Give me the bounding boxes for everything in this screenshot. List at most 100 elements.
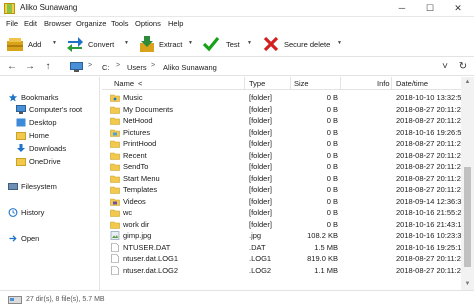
column-size-label: Size [294,79,309,88]
file-date: 2018-10-16 19:25:18 [396,242,461,252]
up-icon[interactable]: ↑ [41,60,55,74]
file-icon [111,254,119,263]
convert-label: Convert [88,40,115,49]
table-row[interactable]: NetHood [folder] 0 B 2018-08-27 20:11:25 [102,115,461,127]
column-info-header[interactable]: Info [341,77,392,90]
breadcrumb-drive[interactable]: C: [102,63,110,72]
table-row[interactable]: PrintHood [folder] 0 B 2018-08-27 20:11:25 [102,138,461,150]
table-row[interactable]: SendTo [folder] 0 B 2018-08-27 20:11:25 [102,161,461,173]
table-row[interactable]: NTUSER.DAT .DAT 1.5 MB 2018-10-16 19:25:18 [102,242,461,254]
secure-delete-dropdown-icon[interactable]: ▼ [337,40,342,46]
scroll-down-arrow-icon[interactable]: ▼ [461,279,474,290]
add-button[interactable]: Add ▼ [6,34,61,54]
breadcrumb-users[interactable]: Users [127,63,147,72]
file-size: 0 B [326,150,338,160]
forward-icon[interactable]: → [23,60,37,74]
history-clock-icon [8,208,18,217]
column-size-header[interactable]: Size [291,77,341,90]
column-date-label: Date/time [396,79,429,88]
file-size: 0 B [326,185,338,194]
file-date: 2018-08-27 20:11:25 [396,116,461,125]
menu-file[interactable]: File [6,19,18,28]
file-size: 0 B [326,127,338,137]
table-row[interactable]: My Documents [folder] 0 B 2018-08-27 20:11:… [102,104,461,116]
folder-icon [110,221,120,229]
extract-label: Extract [159,40,183,49]
file-size: 0 B [326,139,338,148]
close-button[interactable]: ✕ [444,0,472,17]
path-separator: > [116,62,121,69]
table-row[interactable]: Templates [folder] 0 B 2018-08-27 20:11:25 [102,184,461,196]
file-size: 0 B [326,104,338,114]
secure-delete-button[interactable]: Secure delete ▼ [262,34,344,54]
table-row[interactable]: wc [folder] 0 B 2018-10-16 21:55:20 [102,207,461,219]
file-type: [folder] [249,208,272,217]
table-row[interactable]: Start Menu [folder] 0 B 2018-08-27 20:11:25 [102,173,461,185]
path-dropdown-icon[interactable]: ˅ [438,60,452,74]
file-type: [folder] [249,219,272,229]
menu-edit[interactable]: Edit [24,19,37,28]
table-row[interactable]: ntuser.dat.LOG2 .LOG2 1.1 MB 2018-08-27 20:… [102,265,461,277]
path-separator: > [151,62,156,69]
file-date: 2018-08-27 20:11:25 [396,185,461,194]
file-type: [folder] [249,162,272,171]
table-row[interactable]: gimp.jpg .jpg 108.2 KB 2018-10-16 10:23:31 [102,230,461,242]
file-name: Music [123,93,143,102]
file-size: 0 B [326,196,338,206]
column-name-label: Name [114,79,135,88]
table-row[interactable]: Pictures [folder] 0 B 2018-10-16 19:26:58 [102,127,461,139]
table-row[interactable]: work dir [folder] 0 B 2018-10-16 21:43:15 [102,219,461,231]
file-date: 2018-10-16 21:55:20 [396,208,461,217]
test-button[interactable]: Test ▼ [202,34,252,54]
checkmark-icon [202,36,220,52]
download-icon [17,144,25,152]
column-name-header[interactable]: Name < [102,77,245,90]
music-folder-icon [110,94,120,102]
maximize-button[interactable]: ☐ [416,0,444,17]
menu-browser[interactable]: Browser [44,19,72,28]
vertical-scrollbar[interactable]: ▲ ▼ [461,77,474,290]
menu-organize[interactable]: Organize [76,19,106,28]
column-info-label: Info [377,79,390,88]
menu-help[interactable]: Help [168,19,183,28]
table-row[interactable]: ntuser.dat.LOG1 .LOG1 819.0 KB 2018-08-27 2… [102,253,461,265]
folder-icon [110,152,120,160]
extract-dropdown-icon[interactable]: ▼ [188,40,193,46]
file-date: 2018-10-16 19:26:58 [396,127,461,137]
file-icon [111,242,119,252]
desktop-icon [16,118,26,127]
file-type: [folder] [249,150,272,160]
window-title: Aliko Sunawang [20,3,78,12]
back-icon[interactable]: ← [5,60,19,74]
path-separator: > [88,62,93,69]
add-dropdown-icon[interactable]: ▼ [52,40,57,46]
filesystem-icon [8,183,18,190]
column-type-header[interactable]: Type [245,77,291,90]
column-date-header[interactable]: Date/time [392,77,461,90]
file-type: .jpg [249,231,262,240]
table-row[interactable]: Recent [folder] 0 B 2018-08-27 20:11:25 [102,150,461,162]
file-type: .LOG2 [249,265,272,275]
convert-button[interactable]: Convert ▼ [66,34,131,54]
extract-button[interactable]: Extract ▼ [138,34,193,54]
file-name: SendTo [123,162,149,171]
minimize-button[interactable]: ─ [388,0,416,17]
file-date: 2018-09-14 12:36:31 [396,196,461,206]
folder-icon [110,163,120,171]
file-size: 0 B [326,173,338,183]
refresh-icon[interactable]: ↻ [456,60,470,74]
computer-icon[interactable] [70,62,83,72]
file-size: 0 B [326,208,338,217]
convert-dropdown-icon[interactable]: ▼ [124,40,129,46]
test-dropdown-icon[interactable]: ▼ [247,40,252,46]
app-icon [4,3,15,14]
menu-tools[interactable]: Tools [111,19,129,28]
table-row[interactable]: Videos [folder] 0 B 2018-09-14 12:36:31 [102,196,461,208]
table-row[interactable]: Music [folder] 0 B 2018-10-10 13:32:56 [102,92,461,104]
file-type: [folder] [249,104,272,114]
file-size: 0 B [326,93,338,102]
scrollbar-thumb[interactable] [464,167,471,267]
scroll-up-arrow-icon[interactable]: ▲ [461,77,474,88]
breadcrumb-user-folder[interactable]: Aliko Sunawang [163,63,217,72]
menu-options[interactable]: Options [135,19,161,28]
